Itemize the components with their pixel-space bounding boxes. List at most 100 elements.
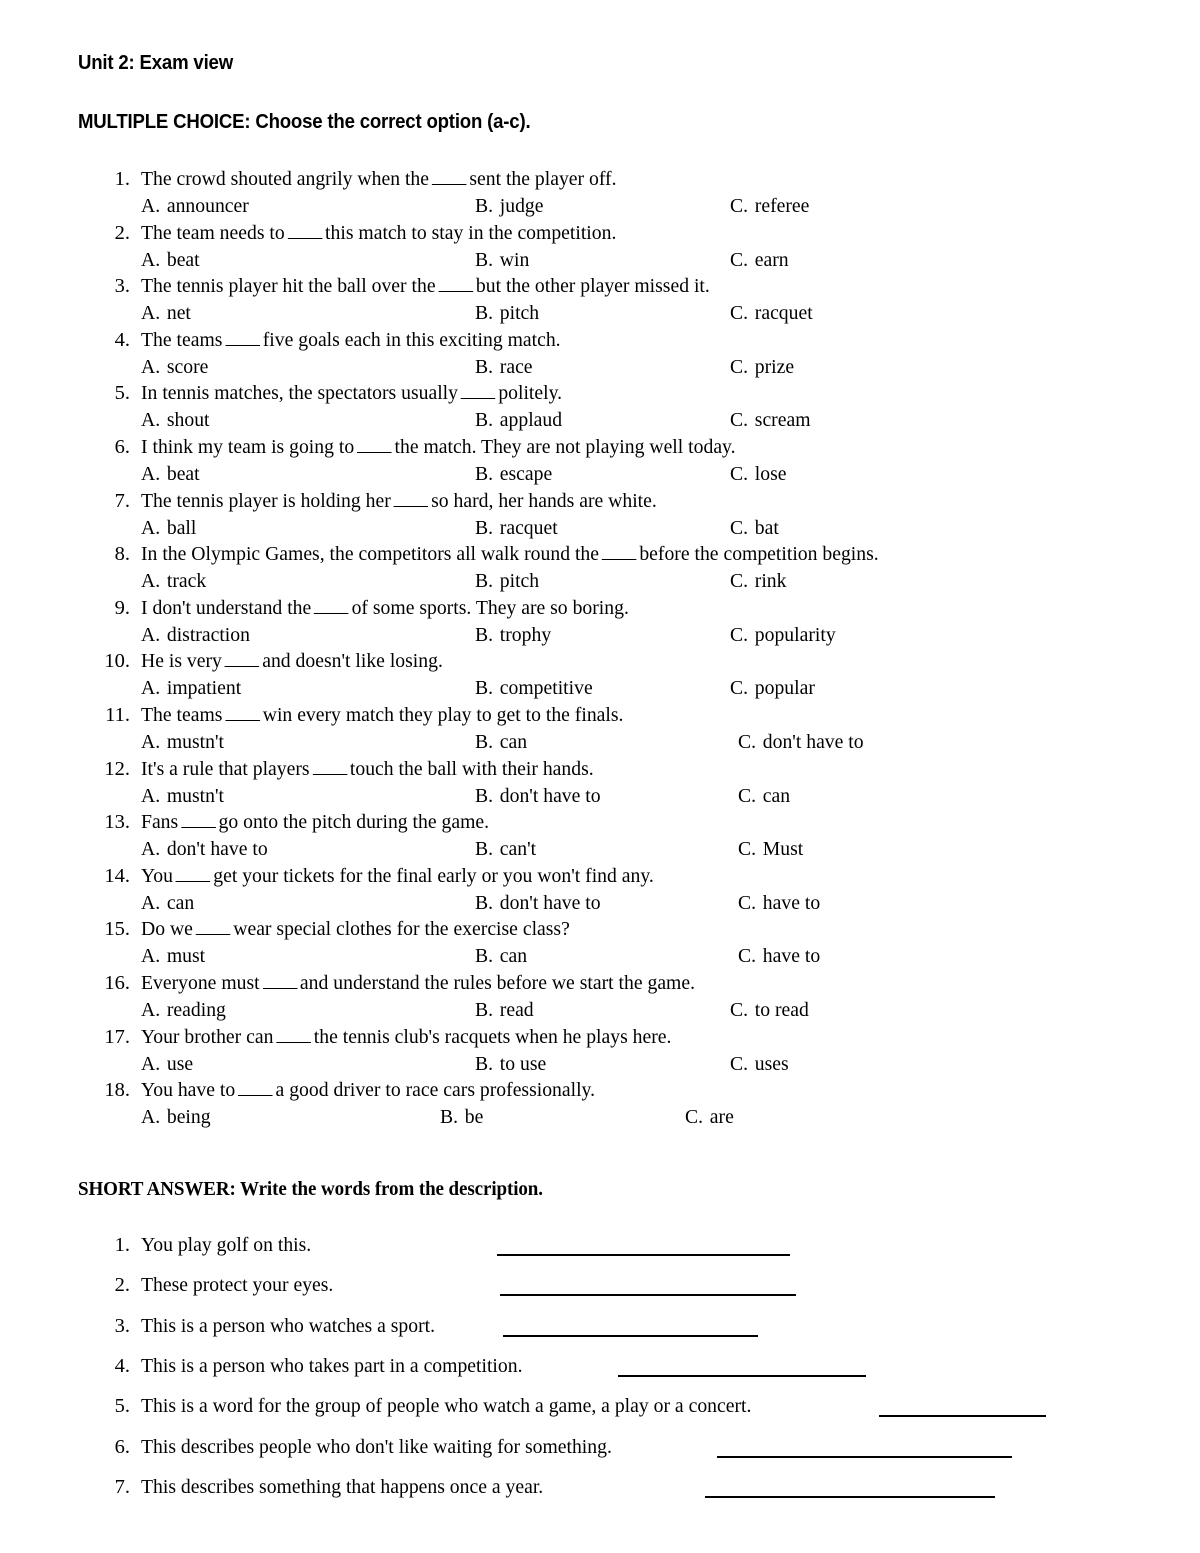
option-c[interactable]: C. prize bbox=[730, 354, 794, 381]
answer-line[interactable] bbox=[500, 1294, 796, 1297]
answer-blank[interactable] bbox=[314, 599, 349, 614]
short-answer-item: 4. This is a person who takes part in a c… bbox=[0, 1353, 1200, 1393]
option-a[interactable]: A. can bbox=[141, 890, 194, 917]
answer-line[interactable] bbox=[705, 1495, 995, 1498]
option-c[interactable]: C. scream bbox=[730, 407, 811, 434]
option-label: C. bbox=[730, 409, 749, 432]
option-c[interactable]: C. bat bbox=[730, 515, 779, 542]
option-c[interactable]: C. are bbox=[685, 1104, 734, 1131]
option-a[interactable]: A. beat bbox=[141, 461, 200, 488]
option-a[interactable]: A. shout bbox=[141, 407, 210, 434]
answer-blank[interactable] bbox=[175, 867, 211, 882]
option-text: track bbox=[166, 570, 207, 593]
question-stem-after: touch the ball with their hands. bbox=[349, 757, 594, 780]
option-b[interactable]: B. applaud bbox=[475, 407, 562, 434]
option-b[interactable]: B. to use bbox=[475, 1051, 546, 1078]
option-text: Must bbox=[762, 838, 804, 861]
answer-blank[interactable] bbox=[287, 224, 323, 239]
option-label: B. bbox=[475, 570, 494, 593]
option-b[interactable]: B. pitch bbox=[475, 300, 539, 327]
option-a[interactable]: A. distraction bbox=[141, 622, 250, 649]
answer-blank[interactable] bbox=[238, 1081, 273, 1097]
question-stem: You get your tickets for the final early … bbox=[141, 863, 654, 890]
option-a[interactable]: A. don't have to bbox=[141, 836, 268, 863]
answer-line[interactable] bbox=[503, 1334, 758, 1337]
option-b[interactable]: B. win bbox=[475, 247, 529, 274]
option-c[interactable]: C. earn bbox=[730, 247, 789, 274]
option-c[interactable]: C. don't have to bbox=[738, 729, 864, 756]
option-c[interactable]: C. Must bbox=[738, 836, 803, 863]
question-item: 1. The crowd shouted angrily when the sent… bbox=[0, 166, 1200, 220]
option-c[interactable]: C. to read bbox=[730, 997, 809, 1024]
answer-blank[interactable] bbox=[225, 331, 260, 346]
option-b[interactable]: B. competitive bbox=[475, 675, 593, 702]
answer-blank[interactable] bbox=[438, 277, 474, 293]
answer-line[interactable] bbox=[497, 1254, 790, 1256]
answer-blank[interactable] bbox=[460, 384, 496, 400]
option-c[interactable]: C. lose bbox=[730, 461, 786, 488]
answer-line[interactable] bbox=[618, 1374, 866, 1377]
option-b[interactable]: B. judge bbox=[475, 193, 544, 220]
option-row: A. reading B. read C. to read bbox=[0, 997, 1200, 1024]
option-b[interactable]: B. trophy bbox=[475, 622, 551, 649]
option-b[interactable]: B. don't have to bbox=[475, 890, 601, 917]
option-a[interactable]: A. being bbox=[141, 1104, 211, 1131]
option-b[interactable]: B. racquet bbox=[475, 515, 558, 542]
answer-blank[interactable] bbox=[276, 1028, 311, 1043]
option-b[interactable]: B. read bbox=[475, 997, 534, 1024]
option-a[interactable]: A. ball bbox=[141, 515, 196, 542]
answer-blank[interactable] bbox=[431, 170, 467, 185]
option-c[interactable]: C. have to bbox=[738, 890, 820, 917]
option-a[interactable]: A. beat bbox=[141, 247, 200, 274]
answer-blank[interactable] bbox=[357, 438, 392, 453]
option-a[interactable]: A. announcer bbox=[141, 193, 249, 220]
option-b[interactable]: B. race bbox=[475, 354, 533, 381]
question-stem-before: It's a rule that players bbox=[141, 757, 310, 780]
question-number: 4. bbox=[114, 328, 130, 351]
answer-blank[interactable] bbox=[601, 545, 637, 561]
option-label: C. bbox=[738, 891, 757, 914]
answer-blank[interactable] bbox=[181, 813, 216, 829]
option-a[interactable]: A. track bbox=[141, 568, 206, 595]
option-c[interactable]: C. popularity bbox=[730, 622, 836, 649]
question-item: 14. You get your tickets for the final ear… bbox=[0, 863, 1200, 917]
option-b[interactable]: B. escape bbox=[475, 461, 552, 488]
option-c[interactable]: C. uses bbox=[730, 1051, 789, 1078]
option-c[interactable]: C. referee bbox=[730, 193, 809, 220]
answer-blank[interactable] bbox=[225, 706, 260, 721]
question-stem: The teams win every match they play to ge… bbox=[141, 702, 623, 729]
option-a[interactable]: A. mustn't bbox=[141, 783, 224, 810]
option-a[interactable]: A. reading bbox=[141, 997, 226, 1024]
option-row: A. can B. don't have to C. have to bbox=[0, 890, 1200, 917]
option-c[interactable]: C. racquet bbox=[730, 300, 813, 327]
option-row: A. track B. pitch C. rink bbox=[0, 568, 1200, 595]
option-a[interactable]: A. mustn't bbox=[141, 729, 224, 756]
short-answer-number: 5. bbox=[114, 1395, 130, 1418]
option-b[interactable]: B. can bbox=[475, 943, 527, 970]
option-a[interactable]: A. impatient bbox=[141, 675, 241, 702]
answer-blank[interactable] bbox=[312, 760, 348, 775]
option-text: judge bbox=[499, 195, 544, 217]
option-b[interactable]: B. can't bbox=[475, 836, 536, 863]
option-label: B. bbox=[475, 195, 494, 217]
option-c[interactable]: C. popular bbox=[730, 675, 815, 702]
option-b[interactable]: B. pitch bbox=[475, 568, 539, 595]
option-b[interactable]: B. can bbox=[475, 729, 527, 756]
option-b[interactable]: B. don't have to bbox=[475, 783, 601, 810]
option-a[interactable]: A. must bbox=[141, 943, 205, 970]
option-b[interactable]: B. be bbox=[440, 1104, 483, 1131]
option-c[interactable]: C. can bbox=[738, 783, 790, 810]
option-c[interactable]: C. have to bbox=[738, 943, 820, 970]
option-a[interactable]: A. score bbox=[141, 354, 208, 381]
option-text: be bbox=[464, 1106, 484, 1129]
answer-blank[interactable] bbox=[262, 974, 298, 989]
question-number: 17. bbox=[104, 1025, 130, 1048]
option-c[interactable]: C. rink bbox=[730, 568, 786, 595]
option-a[interactable]: A. net bbox=[141, 300, 191, 327]
answer-blank[interactable] bbox=[393, 492, 429, 507]
answer-blank[interactable] bbox=[224, 652, 260, 668]
option-a[interactable]: A. use bbox=[141, 1051, 193, 1078]
answer-blank[interactable] bbox=[195, 920, 231, 936]
answer-line[interactable] bbox=[717, 1455, 1012, 1458]
answer-line[interactable] bbox=[879, 1415, 1046, 1418]
